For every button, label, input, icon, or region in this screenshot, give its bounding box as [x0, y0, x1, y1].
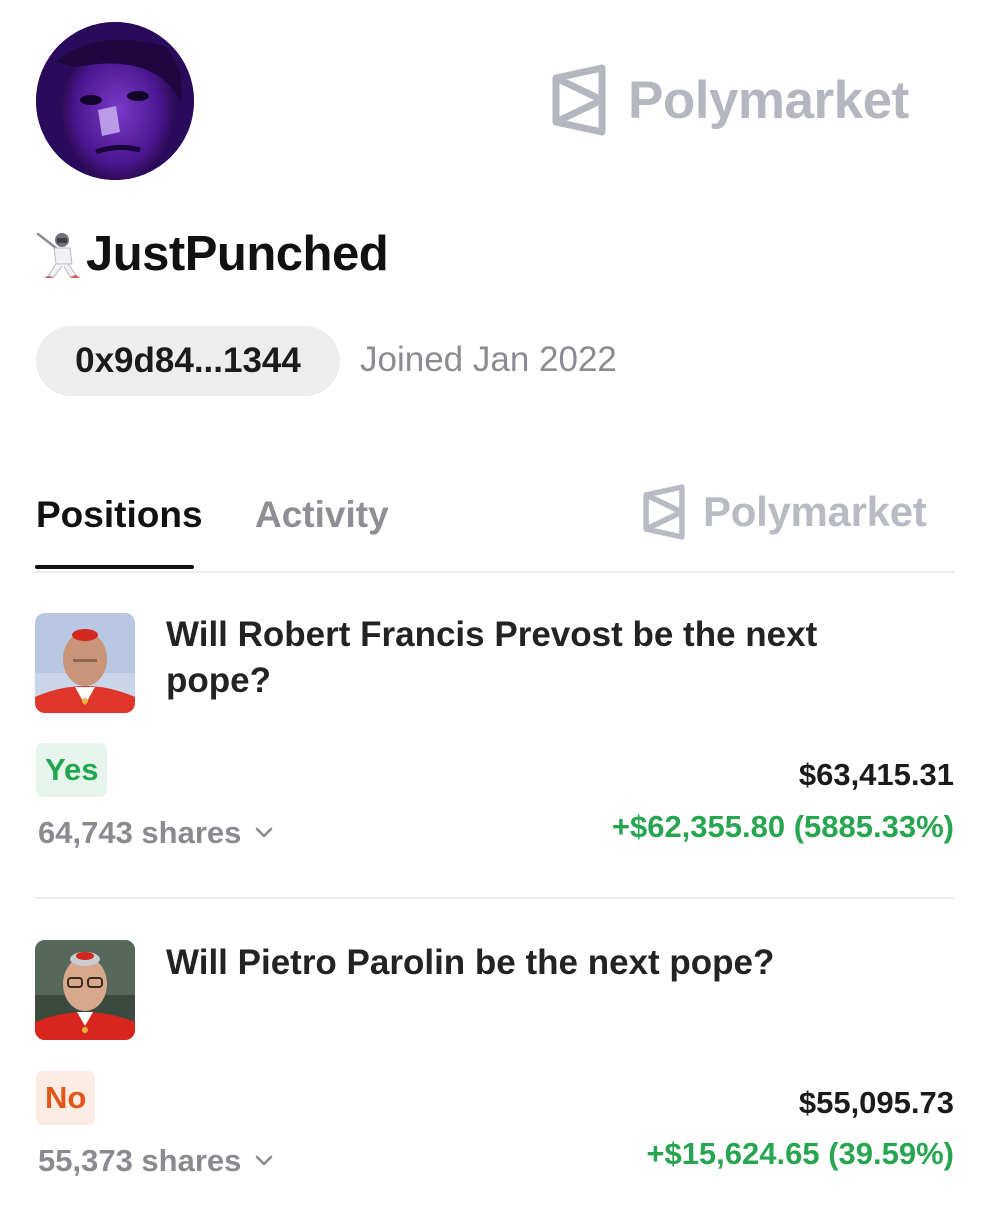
- position-pnl: +$62,355.80 (5885.33%): [611, 809, 954, 844]
- joined-date: Joined Jan 2022: [360, 340, 617, 379]
- cardinal-portrait: [35, 940, 135, 1040]
- polymarket-logo-icon: [643, 484, 685, 540]
- tab-positions[interactable]: Positions: [36, 494, 203, 536]
- wallet-address-pill[interactable]: 0x9d84...1344: [36, 326, 340, 396]
- position-value: $55,095.73: [798, 1085, 954, 1120]
- market-thumbnail[interactable]: [35, 940, 135, 1040]
- market-thumbnail[interactable]: [35, 613, 135, 713]
- shares-count: 64,743 shares: [38, 815, 242, 850]
- position-value: $63,415.31: [798, 757, 954, 792]
- username: JustPunched: [86, 227, 389, 281]
- polymarket-brand: Polymarket: [550, 64, 909, 136]
- position-pnl: +$15,624.65 (39.59%): [646, 1136, 954, 1171]
- outcome-badge-yes: Yes: [36, 743, 108, 797]
- tab-activity[interactable]: Activity: [255, 494, 389, 536]
- chevron-down-icon: [256, 827, 273, 838]
- polymarket-watermark: Polymarket: [641, 484, 927, 540]
- polymarket-logo-icon: [552, 64, 606, 136]
- profile-photo: [36, 22, 194, 180]
- shares-dropdown[interactable]: 55,373 shares: [38, 1143, 273, 1179]
- outcome-badge-no: No: [36, 1071, 96, 1125]
- chevron-down-icon: [256, 1155, 273, 1166]
- fencer-icon: [36, 232, 80, 278]
- market-title[interactable]: Will Robert Francis Prevost be the next …: [166, 612, 906, 704]
- cardinal-portrait: [35, 613, 135, 713]
- tabs-divider: [35, 571, 955, 573]
- polymarket-wordmark: Polymarket: [628, 70, 909, 130]
- avatar: [36, 22, 194, 180]
- market-title[interactable]: Will Pietro Parolin be the next pope?: [166, 940, 906, 986]
- shares-count: 55,373 shares: [38, 1143, 242, 1178]
- row-divider: [35, 897, 955, 899]
- username-row: JustPunched: [36, 226, 389, 282]
- active-tab-indicator: [35, 565, 194, 569]
- polymarket-wordmark: Polymarket: [703, 488, 927, 535]
- shares-dropdown[interactable]: 64,743 shares: [38, 815, 273, 851]
